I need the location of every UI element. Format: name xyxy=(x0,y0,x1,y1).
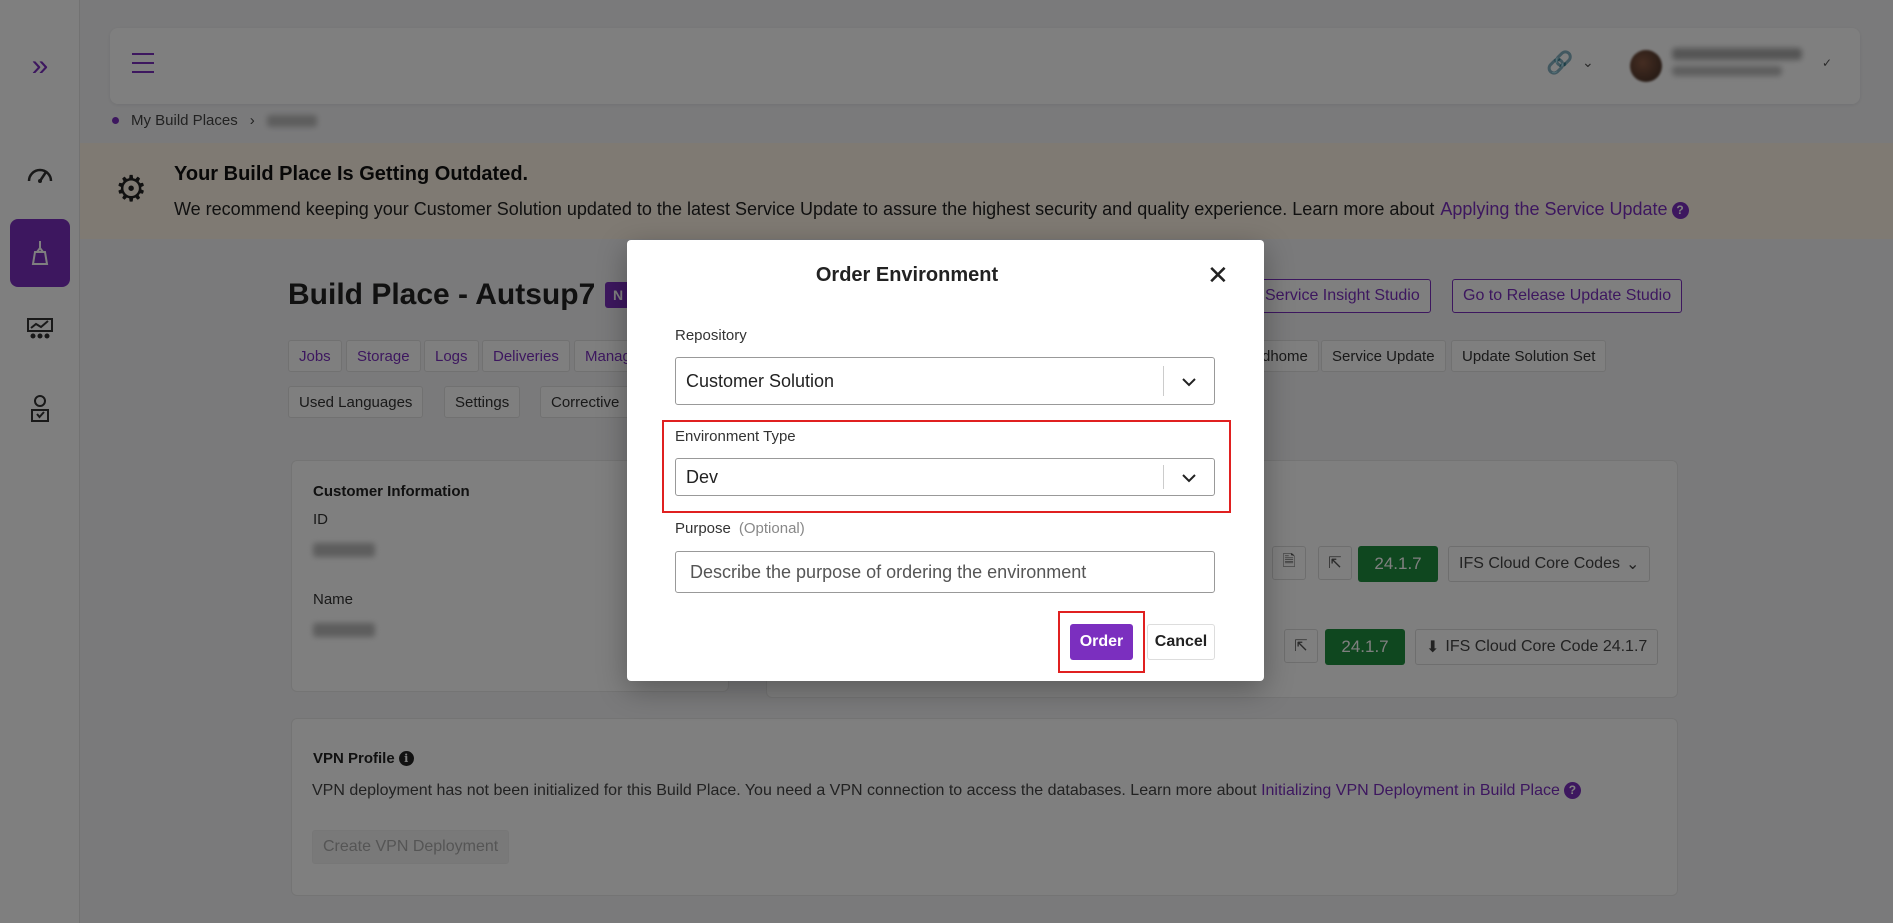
repository-select[interactable]: Customer Solution xyxy=(675,357,1215,405)
dialog-title: Order Environment xyxy=(815,264,999,286)
repository-label: Repository xyxy=(675,327,747,344)
cancel-button[interactable]: Cancel xyxy=(1147,624,1215,660)
chevron-down-icon xyxy=(1182,474,1196,483)
chevron-down-icon xyxy=(1182,378,1196,387)
select-divider xyxy=(1163,465,1164,489)
select-divider xyxy=(1163,366,1164,396)
purpose-input[interactable] xyxy=(675,551,1215,593)
environment-type-label: Environment Type xyxy=(675,428,796,445)
environment-type-value: Dev xyxy=(686,467,719,487)
purpose-optional: (Optional) xyxy=(738,520,805,537)
order-button[interactable]: Order xyxy=(1070,624,1133,660)
order-environment-dialog: Order Environment ✕ Repository Customer … xyxy=(627,240,1264,681)
environment-type-select[interactable]: Dev xyxy=(675,458,1215,496)
close-icon[interactable]: ✕ xyxy=(1207,262,1229,288)
purpose-label: Purpose (Optional) xyxy=(675,520,805,537)
repository-value: Customer Solution xyxy=(686,371,835,391)
purpose-label-text: Purpose xyxy=(675,520,731,537)
